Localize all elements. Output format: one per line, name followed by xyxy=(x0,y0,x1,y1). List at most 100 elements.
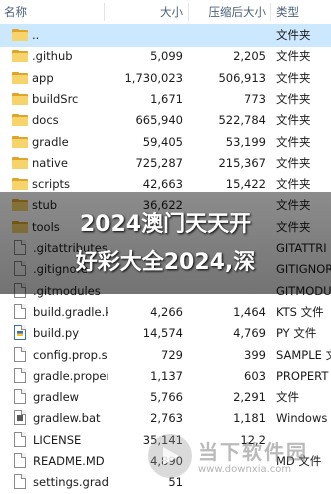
file-name-cell: gradlew.bat xyxy=(12,407,108,430)
file-compressed-size: 522,784 xyxy=(218,113,266,128)
file-name: README.MD xyxy=(33,454,105,468)
file-size: 2,763 xyxy=(150,411,183,426)
parent-folder-icon xyxy=(12,29,28,41)
file-name: build.py xyxy=(33,326,80,341)
file-name-cell: gradle xyxy=(12,131,108,154)
file-name-cell: build.py xyxy=(12,322,108,345)
file-compressed-size: 773 xyxy=(244,91,266,106)
watermark: 当下软件园 www.downxia.com xyxy=(148,430,328,490)
file-row[interactable]: gradle 59,405 53,199 文件夹 xyxy=(0,131,331,154)
file-icon xyxy=(14,303,26,319)
python-file-icon xyxy=(14,325,26,341)
file-size: 1,671 xyxy=(150,91,183,106)
file-type: PY 文件 xyxy=(276,326,317,341)
file-name: gradlew.bat xyxy=(33,411,101,426)
file-type: KTS 文件 xyxy=(276,304,324,319)
file-icon xyxy=(14,453,26,468)
folder-icon xyxy=(12,178,28,191)
file-icon xyxy=(14,431,26,447)
file-size: 725,287 xyxy=(135,155,183,170)
file-compressed-size: 399 xyxy=(244,347,266,362)
file-compressed-size: 1,181 xyxy=(233,411,266,426)
file-size: 1,730,023 xyxy=(124,70,183,85)
file-name: settings.gradle... xyxy=(33,475,108,490)
file-name-cell: settings.gradle... xyxy=(12,471,108,494)
batch-file-icon xyxy=(14,410,26,426)
file-type: 文件夹 xyxy=(276,28,311,42)
file-type: 文件 xyxy=(276,390,299,405)
column-header-type[interactable]: 类型 xyxy=(274,0,331,24)
folder-icon xyxy=(12,50,28,63)
file-name: .. xyxy=(32,28,40,42)
file-size xyxy=(108,24,186,47)
file-name: config.prop.sa... xyxy=(33,347,108,362)
column-header-compressed-size[interactable]: 压缩后大小 xyxy=(192,0,268,24)
file-name-cell: gradlew xyxy=(12,386,108,409)
overlay-title-line-1: 2024澳门天天开 xyxy=(79,212,252,237)
file-type: PROPERT xyxy=(276,368,329,383)
file-row[interactable]: buildSrc 1,671 773 文件夹 xyxy=(0,88,331,111)
file-name: LICENSE xyxy=(33,432,82,447)
file-name-cell: docs xyxy=(12,109,108,132)
file-row[interactable]: build.gradle.kts 4,266 1,464 KTS 文件 xyxy=(0,301,331,324)
file-row[interactable]: gradlew.bat 2,763 1,181 Windows xyxy=(0,407,331,430)
file-compressed-size: 215,367 xyxy=(218,155,266,170)
file-name: native xyxy=(32,155,68,170)
file-name-cell: build.gradle.kts xyxy=(12,301,108,324)
file-name: docs xyxy=(32,113,59,128)
file-row[interactable]: gradle.propert... 1,137 603 PROPERT xyxy=(0,365,331,388)
file-size: 4,266 xyxy=(150,304,183,319)
file-name-cell: .github xyxy=(12,45,108,68)
column-divider[interactable] xyxy=(104,3,105,21)
overlay-banner: 2024澳门天天开 好彩大全2024,深 xyxy=(0,192,331,294)
file-type: 文件夹 xyxy=(276,70,311,85)
file-row[interactable]: app 1,730,023 506,913 文件夹 xyxy=(0,67,331,90)
file-compressed-size: 603 xyxy=(244,368,266,383)
file-name: .github xyxy=(32,49,73,64)
file-type: 文件夹 xyxy=(276,49,311,64)
file-size: 5,099 xyxy=(150,49,183,64)
file-name: gradle.propert... xyxy=(33,368,108,383)
file-icon xyxy=(14,474,26,490)
file-name: gradle xyxy=(32,134,69,149)
file-name-cell: README.MD xyxy=(12,450,108,473)
watermark-logo-icon xyxy=(148,434,192,478)
file-icon xyxy=(14,367,26,383)
file-row[interactable]: native 725,287 215,367 文件夹 xyxy=(0,152,331,175)
file-icon xyxy=(14,389,26,405)
file-size: 665,940 xyxy=(135,113,183,128)
file-compressed-size: 4,769 xyxy=(233,326,266,341)
file-row[interactable]: .github 5,099 2,205 文件夹 xyxy=(0,45,331,68)
column-divider[interactable] xyxy=(270,3,271,21)
file-row[interactable]: config.prop.sa... 729 399 SAMPLE 文 xyxy=(0,344,331,367)
file-name: scripts xyxy=(32,177,71,192)
file-name-cell: LICENSE xyxy=(12,429,108,452)
file-name-cell: .. xyxy=(12,24,108,47)
folder-icon xyxy=(12,156,28,169)
file-size: 729 xyxy=(161,347,183,362)
file-size: 14,574 xyxy=(142,326,183,341)
file-name-cell: native xyxy=(12,152,108,175)
file-type: 文件夹 xyxy=(276,155,311,170)
file-row[interactable]: docs 665,940 522,784 文件夹 xyxy=(0,109,331,132)
column-header-size[interactable]: 大小 xyxy=(108,0,186,24)
file-type: SAMPLE 文 xyxy=(276,347,331,362)
file-size: 1,137 xyxy=(150,368,183,383)
file-name-cell: gradle.propert... xyxy=(12,365,108,388)
column-header-name[interactable]: 名称 xyxy=(4,0,104,24)
file-name: build.gradle.kts xyxy=(33,304,108,319)
overlay-title-line-2: 好彩大全2024,深 xyxy=(75,250,256,275)
file-compressed-size: 2,291 xyxy=(233,390,266,405)
column-header-bar: 名称 大小 压缩后大小 类型 xyxy=(0,0,331,25)
parent-folder-row[interactable]: .. 文件夹 xyxy=(0,24,331,47)
file-name: buildSrc xyxy=(32,91,79,106)
column-divider[interactable] xyxy=(188,3,189,21)
file-type: 文件夹 xyxy=(276,134,311,149)
file-row[interactable]: gradlew 5,766 2,291 文件 xyxy=(0,386,331,409)
file-name: gradlew xyxy=(33,390,80,405)
file-compressed-size: 1,464 xyxy=(233,304,266,319)
file-type: 文件夹 xyxy=(276,91,311,106)
watermark-title: 当下软件园 xyxy=(198,440,308,464)
file-row[interactable]: build.py 14,574 4,769 PY 文件 xyxy=(0,322,331,345)
file-size: 59,405 xyxy=(142,134,183,149)
